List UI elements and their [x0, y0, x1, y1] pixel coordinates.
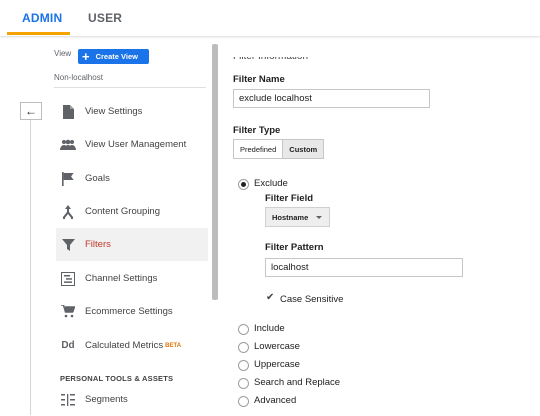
nav-item-calculated-metrics[interactable]: Dd Calculated Metrics BETA [56, 329, 208, 362]
radio-uppercase[interactable] [238, 360, 249, 371]
nav-label: Segments [85, 394, 128, 405]
nav-item-content-grouping[interactable]: Content Grouping [56, 195, 208, 228]
back-arrow-icon: ← [25, 104, 37, 118]
channel-icon [60, 271, 76, 287]
nav-item-goals[interactable]: Goals [56, 162, 208, 195]
nav-item-segments[interactable]: Segments [56, 383, 208, 416]
grouping-icon [60, 204, 76, 220]
filter-field-label: Filter Field [265, 193, 314, 204]
filter-type-predefined[interactable]: Predefined [234, 140, 282, 158]
filter-type-label: Filter Type [233, 125, 281, 136]
plus-icon: + [82, 48, 90, 64]
nav-item-filters[interactable]: Filters [56, 228, 208, 261]
dd-icon: Dd [61, 340, 75, 351]
radio-include[interactable] [238, 324, 249, 335]
funnel-icon [60, 237, 76, 253]
chevron-down-icon [316, 216, 322, 219]
flag-icon [60, 171, 76, 187]
beta-badge: BETA [165, 342, 182, 349]
filter-type-custom[interactable]: Custom [282, 140, 324, 158]
view-label: View [54, 49, 72, 58]
nav-label: Ecommerce Settings [85, 306, 173, 317]
filter-type-toggle: Predefined Custom [233, 139, 325, 159]
nav-label: View Settings [85, 106, 143, 117]
lowercase-label: Lowercase [254, 341, 300, 352]
people-icon [60, 137, 76, 153]
nav-item-view-settings[interactable]: View Settings [56, 95, 208, 128]
radio-exclude[interactable] [238, 179, 249, 190]
view-divider [54, 87, 206, 88]
nav-item-channel-settings[interactable]: Channel Settings [56, 262, 208, 295]
filter-field-value: Hostname [272, 212, 309, 222]
nav-label: Filters [85, 239, 111, 250]
nav-label: Calculated Metrics [85, 340, 164, 351]
radio-search-and-replace[interactable] [238, 378, 249, 389]
create-view-button[interactable]: + Create View [78, 49, 149, 64]
tab-admin[interactable]: ADMIN [22, 11, 62, 25]
nav-label: Goals [85, 173, 110, 184]
radio-lowercase[interactable] [238, 342, 249, 353]
nav-label: View User Management [85, 139, 187, 150]
advanced-label: Advanced [254, 395, 297, 406]
uppercase-label: Uppercase [254, 359, 300, 370]
nav-item-ecommerce-settings[interactable]: Ecommerce Settings [56, 295, 208, 328]
cart-icon [60, 304, 76, 320]
nav-tree-line [30, 120, 31, 415]
filter-field-dropdown[interactable]: Hostname [265, 207, 330, 227]
case-sensitive-label: Case Sensitive [280, 294, 344, 305]
nav-item-view-user-management[interactable]: View User Management [56, 128, 208, 161]
filter-pattern-input[interactable]: localhost [265, 258, 463, 277]
include-label: Include [254, 323, 285, 334]
radio-advanced[interactable] [238, 396, 249, 407]
filter-name-label: Filter Name [233, 74, 285, 85]
nav-label: Channel Settings [85, 273, 158, 284]
document-icon [60, 104, 76, 120]
nav-scrollbar[interactable] [212, 44, 218, 300]
tab-user[interactable]: USER [88, 11, 122, 25]
active-tab-indicator [7, 32, 70, 35]
admin-tab-bar: ADMIN USER [0, 0, 540, 36]
section-title-personal-tools: PERSONAL TOOLS & ASSETS [60, 374, 174, 383]
create-view-label: Create View [95, 52, 138, 61]
segments-icon [60, 392, 76, 408]
filter-pattern-label: Filter Pattern [265, 242, 324, 253]
nav-label: Content Grouping [85, 206, 160, 217]
search-and-replace-label: Search and Replace [254, 377, 341, 388]
case-sensitive-checkbox[interactable]: ✔ [266, 293, 276, 303]
back-arrow-button[interactable]: ← [20, 102, 42, 120]
exclude-label: Exclude [254, 178, 288, 189]
view-selector[interactable]: Non-localhost [54, 73, 103, 82]
filter-name-input[interactable]: exclude localhost [233, 89, 430, 108]
